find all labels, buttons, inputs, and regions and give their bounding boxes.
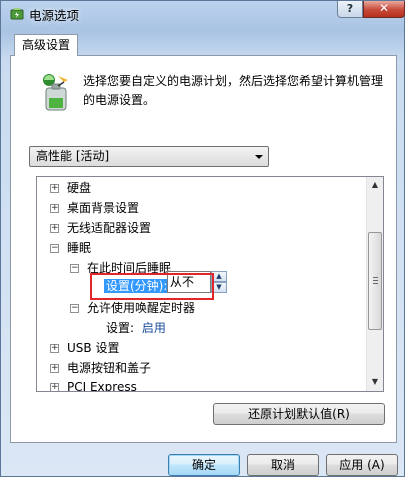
cancel-button[interactable]: 取消 bbox=[247, 454, 319, 476]
tree-item-label: 硬盘 bbox=[67, 181, 92, 195]
tree-item-label: USB 设置 bbox=[67, 341, 120, 355]
scroll-down-arrow-icon[interactable]: ▼ bbox=[368, 374, 382, 390]
expand-plus-icon[interactable]: + bbox=[50, 184, 59, 193]
collapse-minus-icon[interactable]: − bbox=[70, 264, 79, 273]
tab-advanced-settings[interactable]: 高级设置 bbox=[14, 34, 78, 56]
tree-item-label: 无线适配器设置 bbox=[67, 221, 152, 235]
sleep-minutes-stepper[interactable]: ▲ ▼ bbox=[211, 271, 227, 293]
title-bar[interactable]: 电源选项 ? ✕ bbox=[1, 1, 405, 27]
scroll-up-arrow-icon[interactable]: ▲ bbox=[368, 177, 382, 193]
sleep-minutes-input[interactable]: 从不 bbox=[167, 271, 211, 293]
tree-item-label: 桌面背景设置 bbox=[67, 201, 140, 215]
window-title: 电源选项 bbox=[29, 8, 80, 23]
grip-icon bbox=[373, 277, 378, 278]
tree-item-label: 允许使用唤醒定时器 bbox=[87, 301, 196, 315]
chevron-down-icon[interactable] bbox=[255, 155, 263, 159]
power-options-window: 电源选项 ? ✕ 高级设置 选择您要自定义的电源计划，然后选择您希望计算机管理的… bbox=[0, 0, 405, 477]
scroll-thumb[interactable] bbox=[368, 232, 382, 330]
wake-setting-value-link[interactable]: 启用 bbox=[142, 321, 166, 335]
collapse-minus-icon[interactable]: − bbox=[50, 244, 59, 253]
tree-item-label: 电源按钮和盖子 bbox=[67, 361, 152, 375]
expand-plus-icon[interactable]: + bbox=[50, 224, 59, 233]
plan-dropdown[interactable]: 高性能 [活动] bbox=[29, 146, 269, 167]
tree-item-label: PCI Express bbox=[67, 380, 137, 392]
restore-defaults-button[interactable]: 还原计划默认值(R) bbox=[213, 403, 385, 425]
tree-item-label: 在此时间后睡眠 bbox=[87, 261, 172, 275]
ok-button[interactable]: 确定 bbox=[168, 454, 240, 476]
tree-scrollbar[interactable]: ▲ ▼ bbox=[366, 177, 383, 391]
expand-plus-icon[interactable]: + bbox=[50, 364, 59, 373]
help-button[interactable]: ? bbox=[337, 1, 363, 18]
power-options-app-icon bbox=[10, 8, 24, 20]
spin-down-icon[interactable]: ▼ bbox=[211, 282, 227, 293]
wake-setting-label: 设置: bbox=[106, 321, 135, 335]
expand-plus-icon[interactable]: + bbox=[50, 383, 59, 391]
apply-button[interactable]: 应用 (A) bbox=[326, 454, 398, 476]
collapse-minus-icon[interactable]: − bbox=[70, 304, 79, 313]
spin-up-icon[interactable]: ▲ bbox=[211, 271, 227, 282]
plan-dropdown-value: 高性能 [活动] bbox=[36, 149, 110, 163]
expand-plus-icon[interactable]: + bbox=[50, 204, 59, 213]
setting-minutes-label: 设置(分钟): bbox=[104, 279, 170, 293]
plan-description: 选择您要自定义的电源计划，然后选择您希望计算机管理的电源设置。 bbox=[83, 74, 384, 107]
close-button[interactable]: ✕ bbox=[363, 1, 405, 18]
expand-plus-icon[interactable]: + bbox=[50, 344, 59, 353]
tree-item-label: 睡眠 bbox=[67, 241, 92, 255]
tree-item-wake-setting[interactable]: 设置: 启用 bbox=[106, 318, 166, 338]
battery-plan-icon bbox=[43, 74, 68, 111]
tree-item-setting-minutes[interactable]: 设置(分钟): bbox=[104, 276, 170, 297]
advanced-settings-panel: 选择您要自定义的电源计划，然后选择您希望计算机管理的电源设置。 高性能 [活动]… bbox=[10, 55, 397, 443]
